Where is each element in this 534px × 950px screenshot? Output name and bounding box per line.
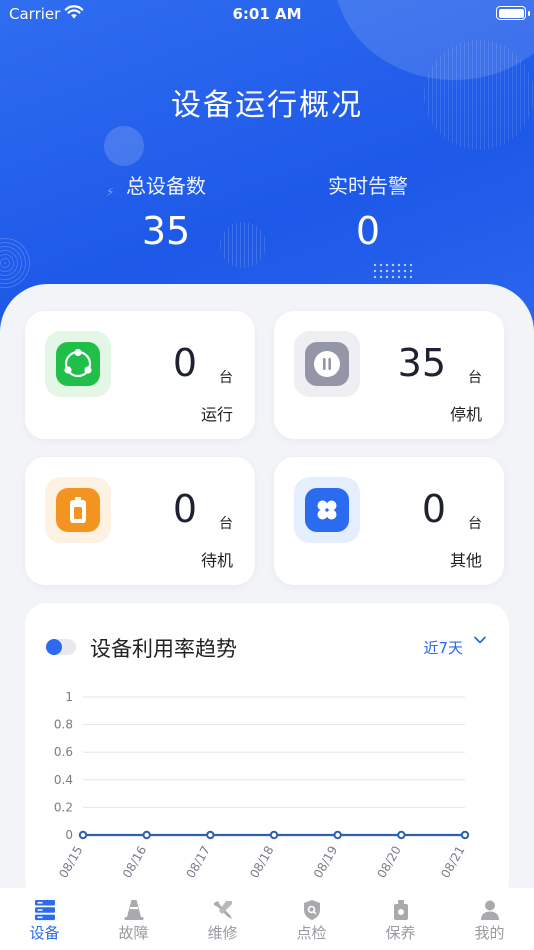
standby-icon-bg xyxy=(45,477,111,543)
standby-unit: 台 xyxy=(219,516,233,532)
other-icon-bg xyxy=(294,477,360,543)
running-unit: 台 xyxy=(219,370,233,386)
total-devices-stat[interactable]: 总设备数 35 xyxy=(66,170,266,253)
shield-icon xyxy=(304,900,320,920)
y-tick-label: 0.8 xyxy=(54,718,73,732)
decoration-bubble xyxy=(104,126,144,166)
decoration-dots xyxy=(372,262,412,280)
pause-icon xyxy=(305,342,349,386)
y-tick-label: 0.6 xyxy=(54,745,73,759)
tab-inspection-label: 点检 xyxy=(296,924,327,942)
status-card-running[interactable]: 0 台 运行 xyxy=(25,311,255,439)
tab-profile[interactable]: 我的 xyxy=(445,888,534,950)
battery-icon xyxy=(496,6,526,20)
tab-device-label: 设备 xyxy=(29,924,60,942)
stopped-count: 35 xyxy=(397,341,446,385)
status-card-other[interactable]: 0 台 其他 xyxy=(274,457,504,585)
data-point[interactable] xyxy=(397,830,406,840)
y-tick-label: 0 xyxy=(65,828,73,842)
y-tick-label: 0.4 xyxy=(54,773,73,787)
running-icon-bg xyxy=(45,331,111,397)
data-point[interactable] xyxy=(142,830,151,840)
bottom-tab-bar: 设备 故障 维修 点检 保养 我的 xyxy=(0,888,534,950)
realtime-alarm-label: 实时告警 xyxy=(328,174,408,198)
total-devices-label: 总设备数 xyxy=(126,174,206,198)
tab-fault[interactable]: 故障 xyxy=(89,888,178,950)
data-point[interactable] xyxy=(78,830,88,840)
running-label: 运行 xyxy=(200,405,233,424)
realtime-alarm-value: 0 xyxy=(355,209,381,253)
status-card-stopped[interactable]: 35 台 停机 xyxy=(274,311,504,439)
other-label: 其他 xyxy=(449,551,482,570)
stopped-unit: 台 xyxy=(468,370,482,386)
stopped-label: 停机 xyxy=(449,405,482,424)
device-icon xyxy=(35,900,55,921)
y-tick-label: 1 xyxy=(65,690,73,704)
realtime-alarm-stat[interactable]: 实时告警 0 xyxy=(268,170,468,253)
tab-fault-label: 故障 xyxy=(118,924,149,942)
battery-tip xyxy=(528,11,530,16)
data-point[interactable] xyxy=(460,830,470,840)
x-tick-label: 08/18 xyxy=(247,844,276,881)
data-point[interactable] xyxy=(206,830,215,840)
total-devices-value: 35 xyxy=(141,209,191,253)
x-tick-label: 08/21 xyxy=(438,844,467,881)
cone-icon xyxy=(124,900,144,920)
grid-icon xyxy=(305,488,349,532)
page-title: 设备运行概况 xyxy=(171,88,363,123)
utilization-chart-card: 设备利用率趋势 近7天 1 0.8 0.6 0.4 0.2 0 08/15 08/16 08/1… xyxy=(25,603,509,903)
other-unit: 台 xyxy=(468,516,482,532)
x-tick-label: 08/17 xyxy=(184,844,213,881)
tab-profile-label: 我的 xyxy=(474,924,505,942)
x-tick-label: 08/20 xyxy=(375,844,404,881)
stopped-icon-bg xyxy=(294,331,360,397)
other-count: 0 xyxy=(421,487,446,531)
tab-maintenance-label: 保养 xyxy=(385,924,416,942)
battery-icon xyxy=(56,488,100,532)
running-count: 0 xyxy=(172,341,197,385)
tab-maintenance[interactable]: 保养 xyxy=(356,888,445,950)
x-tick-label: 08/16 xyxy=(120,844,149,881)
x-tick-label: 08/19 xyxy=(311,844,340,881)
decoration-rings xyxy=(0,236,32,290)
data-point[interactable] xyxy=(333,830,342,840)
status-bar: Carrier 6:01 AM xyxy=(0,0,534,28)
oilcan-icon xyxy=(394,900,408,920)
utilization-line-chart: 1 0.8 0.6 0.4 0.2 0 08/15 08/16 08/17 08/18 08/19 0… xyxy=(54,690,470,881)
user-icon xyxy=(481,900,499,920)
clock: 6:01 AM xyxy=(232,5,302,23)
tab-repair[interactable]: 维修 xyxy=(178,888,267,950)
standby-label: 待机 xyxy=(200,551,233,570)
data-point[interactable] xyxy=(269,830,279,840)
share-icon xyxy=(56,342,100,386)
status-card-standby[interactable]: 0 台 待机 xyxy=(25,457,255,585)
tab-repair-label: 维修 xyxy=(207,924,238,942)
standby-count: 0 xyxy=(172,487,197,531)
tab-inspection[interactable]: 点检 xyxy=(267,888,356,950)
tab-device[interactable]: 设备 xyxy=(0,888,89,950)
y-tick-label: 0.2 xyxy=(54,800,73,814)
tools-icon xyxy=(214,901,232,919)
x-tick-label: 08/15 xyxy=(56,844,85,881)
